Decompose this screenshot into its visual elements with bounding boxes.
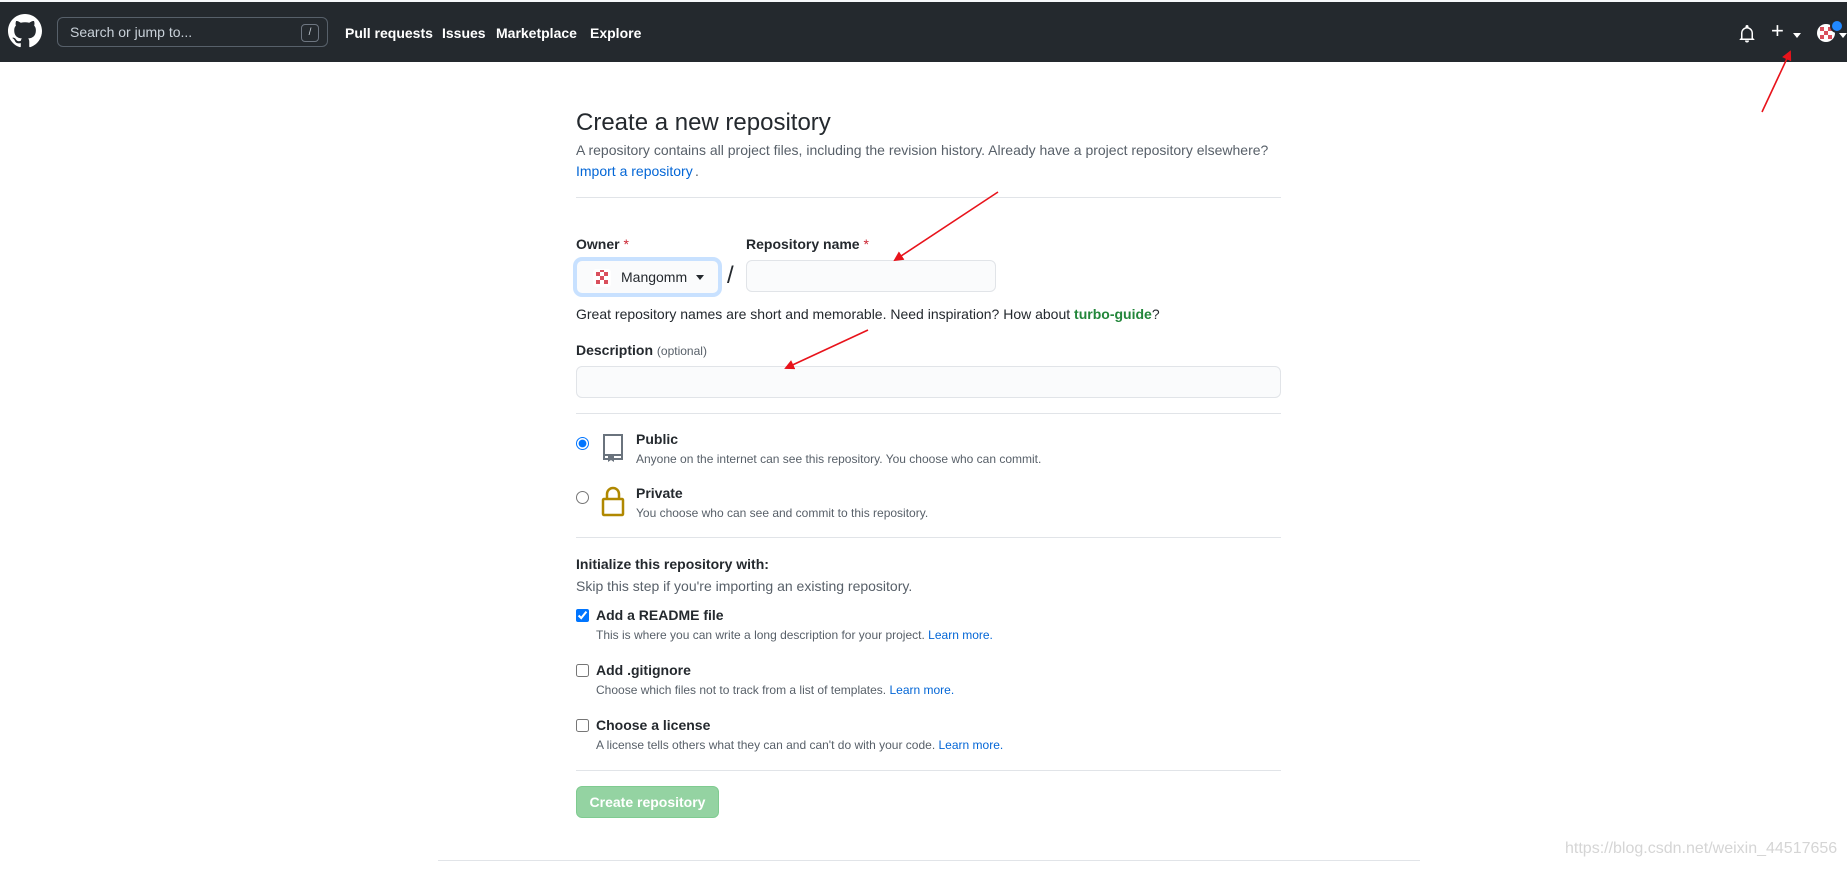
public-desc: Anyone on the internet can see this repo… (636, 452, 1042, 466)
required-mark: * (863, 236, 869, 252)
owner-label: Owner * (576, 236, 629, 252)
readme-desc: This is where you can write a long descr… (596, 628, 993, 642)
import-repository-link[interactable]: Import a repository (576, 163, 693, 179)
owner-name: Mangomm (621, 269, 688, 285)
gitignore-desc-text: Choose which files not to track from a l… (596, 683, 887, 697)
page-title: Create a new repository (576, 109, 831, 136)
public-title: Public (636, 431, 679, 447)
license-desc-text: A license tells others what they can and… (596, 738, 936, 752)
owner-label-text: Owner (576, 236, 620, 252)
name-suggestion[interactable]: turbo-guide (1074, 306, 1152, 322)
search-input[interactable] (58, 18, 288, 46)
repo-name-input[interactable] (746, 260, 996, 292)
readme-learn-more-link[interactable]: Learn more. (928, 628, 993, 642)
gitignore-checkbox[interactable] (576, 664, 589, 677)
readme-checkbox[interactable] (576, 609, 589, 622)
search-box[interactable]: / (57, 17, 328, 47)
description-input[interactable] (576, 366, 1281, 398)
required-mark: * (623, 236, 629, 252)
init-heading: Initialize this repository with: (576, 556, 769, 572)
nav-explore[interactable]: Explore (590, 25, 641, 41)
nav-marketplace[interactable]: Marketplace (496, 25, 577, 41)
init-subheading: Skip this step if you're importing an ex… (576, 578, 913, 594)
repo-name-label-text: Repository name (746, 236, 860, 252)
user-menu-chevron-icon[interactable] (1839, 33, 1847, 38)
owner-repo-separator: / (727, 262, 734, 289)
avatar-pattern-icon (596, 270, 608, 284)
watermark: https://blog.csdn.net/weixin_44517656 (1565, 840, 1838, 857)
chevron-down-icon (696, 275, 704, 280)
license-desc: A license tells others what they can and… (596, 738, 1003, 752)
github-logo-icon[interactable] (8, 14, 42, 48)
lock-icon (601, 486, 625, 517)
private-desc: You choose who can see and commit to thi… (636, 506, 929, 520)
import-suffix: . (695, 163, 699, 179)
gitignore-title: Add .gitignore (596, 662, 691, 678)
repo-name-hint: Great repository names are short and mem… (576, 306, 1160, 322)
notification-dot (1830, 19, 1844, 33)
divider (576, 537, 1281, 538)
create-repository-button[interactable]: Create repository (576, 786, 719, 818)
top-header: / Pull requests Issues Marketplace Explo… (0, 0, 1847, 62)
readme-desc-text: This is where you can write a long descr… (596, 628, 925, 642)
create-menu-chevron-icon[interactable] (1793, 33, 1801, 38)
readme-title: Add a README file (596, 607, 724, 623)
gitignore-learn-more-link[interactable]: Learn more. (889, 683, 954, 697)
license-checkbox[interactable] (576, 719, 589, 732)
private-title: Private (636, 485, 683, 501)
hint-text: Great repository names are short and mem… (576, 306, 1075, 322)
hint-suffix: ? (1151, 306, 1160, 322)
description-label: Description (optional) (576, 342, 707, 358)
optional-tag: (optional) (656, 344, 707, 358)
divider (576, 413, 1281, 414)
private-radio[interactable] (576, 491, 589, 504)
repo-name-label: Repository name * (746, 236, 869, 252)
bell-icon[interactable] (1739, 25, 1755, 43)
nav-issues[interactable]: Issues (442, 25, 486, 41)
license-learn-more-link[interactable]: Learn more. (939, 738, 1004, 752)
search-shortcut-key: / (301, 24, 319, 42)
gitignore-desc: Choose which files not to track from a l… (596, 683, 954, 697)
license-title: Choose a license (596, 717, 711, 733)
nav-pull-requests[interactable]: Pull requests (345, 25, 433, 41)
annotation-arrow-repo-name (893, 191, 999, 262)
public-radio[interactable] (576, 437, 589, 450)
divider (576, 197, 1281, 198)
repo-book-icon (603, 434, 623, 462)
plus-icon[interactable]: + (1771, 20, 1784, 42)
owner-select-button[interactable]: Mangomm (576, 260, 719, 294)
page-subtitle: A repository contains all project files,… (576, 142, 1269, 158)
annotation-arrow-description (784, 329, 869, 370)
divider (576, 770, 1281, 771)
owner-avatar (593, 269, 611, 287)
footer-divider (438, 860, 1420, 861)
description-label-text: Description (576, 342, 654, 358)
